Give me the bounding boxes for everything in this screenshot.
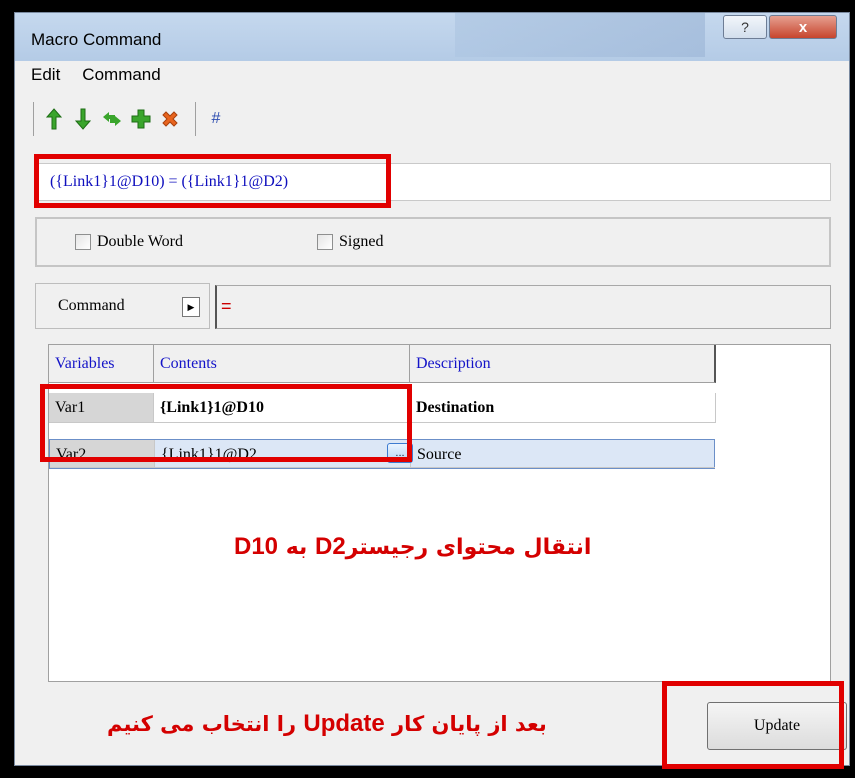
arrow-up-icon[interactable] [42,107,66,131]
add-icon[interactable] [129,107,153,131]
command-button[interactable]: Command ▶ [35,283,210,329]
menu-command[interactable]: Command [82,65,160,85]
var2-description: Source [411,440,715,468]
checkbox-icon [75,234,91,250]
update-annotation: بعد از پایان کار Update را انتخاب می کنی… [107,710,547,737]
highlight-update [662,681,844,769]
transfer-annotation: انتقال محتوای رجیسترD2 به D10 [234,533,592,560]
arrow-down-icon[interactable] [71,107,95,131]
delete-icon[interactable] [158,107,182,131]
play-arrow-icon[interactable]: ▶ [182,297,200,317]
double-word-checkbox[interactable]: Double Word [75,233,183,251]
help-button[interactable]: ? [723,15,767,39]
signed-label: Signed [339,233,384,250]
operator-field[interactable]: = [215,285,831,329]
header-variables[interactable]: Variables [49,345,154,383]
title-bar: Macro Command ? x [15,13,849,61]
command-label: Command [58,297,125,314]
menu-edit[interactable]: Edit [31,65,60,85]
hash-icon[interactable]: # [204,107,228,131]
options-group: Double Word Signed [35,217,831,267]
swap-icon[interactable] [100,107,124,131]
var1-description: Destination [410,393,716,423]
toolbar: # [25,99,233,139]
close-button[interactable]: x [769,15,837,39]
highlight-expression [34,154,391,208]
checkbox-icon [317,234,333,250]
highlight-variables [40,384,412,462]
header-contents[interactable]: Contents [154,345,410,383]
operator-value: = [221,296,232,316]
double-word-label: Double Word [97,233,183,250]
menu-bar: Edit Command [31,65,161,85]
window-title: Macro Command [31,30,162,49]
signed-checkbox[interactable]: Signed [317,233,383,251]
header-description[interactable]: Description [410,345,716,383]
